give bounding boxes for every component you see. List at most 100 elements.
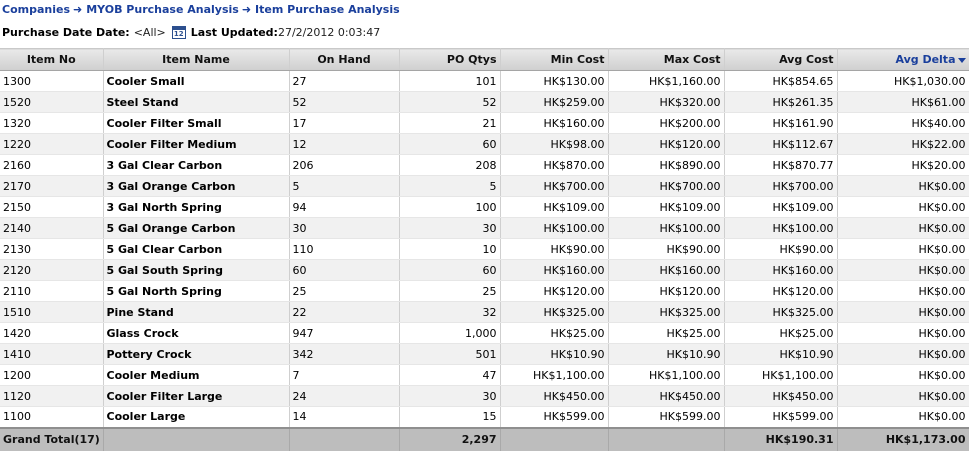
table-row[interactable]: 2160 3 Gal Clear Carbon 206 208 HK$870.00 HK$… <box>0 154 969 176</box>
cell-max-cost: HK$120.00 <box>608 280 725 302</box>
cell-min-cost: HK$90.00 <box>500 238 609 260</box>
cell-po-qtys: 30 <box>399 217 501 239</box>
table-row[interactable]: 1410 Pottery Crock 342 501 HK$10.90 HK$10.90 H… <box>0 343 969 365</box>
cell-item-name: 5 Gal North Spring <box>103 280 290 302</box>
grand-total-on-hand <box>289 426 400 451</box>
cell-po-qtys: 25 <box>399 280 501 302</box>
cell-po-qtys: 101 <box>399 70 501 92</box>
cell-po-qtys: 30 <box>399 385 501 407</box>
cell-min-cost: HK$160.00 <box>500 259 609 281</box>
cell-avg-delta: HK$22.00 <box>837 133 969 155</box>
cell-po-qtys: 15 <box>399 406 501 428</box>
cell-item-no: 1100 <box>0 406 104 428</box>
table-row[interactable]: 1200 Cooler Medium 7 47 HK$1,100.00 HK$1,100.… <box>0 364 969 386</box>
filter-bar: Purchase Date Date: <All> 12 Last Update… <box>2 24 386 41</box>
table-row[interactable]: 2110 5 Gal North Spring 25 25 HK$120.00 HK$12… <box>0 280 969 302</box>
breadcrumb: Companies ➜ MYOB Purchase Analysis ➜ Item Pu… <box>2 3 400 18</box>
cell-on-hand: 25 <box>289 280 400 302</box>
column-header-item-name[interactable]: Item Name <box>103 48 290 71</box>
table-row[interactable]: 2120 5 Gal South Spring 60 60 HK$160.00 HK$16… <box>0 259 969 281</box>
cell-min-cost: HK$109.00 <box>500 196 609 218</box>
cell-item-no: 2110 <box>0 280 104 302</box>
cell-on-hand: 27 <box>289 70 400 92</box>
cell-avg-delta: HK$61.00 <box>837 91 969 113</box>
column-header-avg-delta[interactable]: Avg Delta <box>837 48 969 71</box>
column-header-avg-cost[interactable]: Avg Cost <box>724 48 838 71</box>
table-row[interactable]: 2170 3 Gal Orange Carbon 5 5 HK$700.00 HK$700… <box>0 175 969 197</box>
column-header-on-hand[interactable]: On Hand <box>289 48 400 71</box>
cell-item-name: 5 Gal South Spring <box>103 259 290 281</box>
cell-on-hand: 342 <box>289 343 400 365</box>
grand-total-max-cost <box>608 426 725 451</box>
cell-item-no: 1300 <box>0 70 104 92</box>
cell-item-name: 5 Gal Orange Carbon <box>103 217 290 239</box>
cell-avg-cost: HK$160.00 <box>724 259 838 281</box>
cell-min-cost: HK$160.00 <box>500 112 609 134</box>
cell-avg-cost: HK$109.00 <box>724 196 838 218</box>
table-row[interactable]: 1510 Pine Stand 22 32 HK$325.00 HK$325.00 HK$3… <box>0 301 969 323</box>
column-header-po-qtys[interactable]: PO Qtys <box>399 48 501 71</box>
cell-min-cost: HK$25.00 <box>500 322 609 344</box>
cell-item-name: Cooler Large <box>103 406 290 428</box>
table-row[interactable]: 1420 Glass Crock 947 1,000 HK$25.00 HK$25.00 H… <box>0 322 969 344</box>
breadcrumb-myob-purchase-analysis[interactable]: MYOB Purchase Analysis <box>86 3 239 16</box>
table-row[interactable]: 1520 Steel Stand 52 52 HK$259.00 HK$320.00 HK$… <box>0 91 969 113</box>
arrow-right-icon: ➜ <box>73 3 83 16</box>
cell-on-hand: 60 <box>289 259 400 281</box>
cell-item-name: 3 Gal Clear Carbon <box>103 154 290 176</box>
breadcrumb-item-purchase-analysis: Item Purchase Analysis <box>255 3 400 16</box>
cell-item-name: Cooler Filter Medium <box>103 133 290 155</box>
cell-po-qtys: 47 <box>399 364 501 386</box>
grand-total-po-qtys: 2,297 <box>399 426 501 451</box>
cell-avg-delta: HK$0.00 <box>837 364 969 386</box>
cell-max-cost: HK$1,100.00 <box>608 364 725 386</box>
cell-max-cost: HK$200.00 <box>608 112 725 134</box>
cell-avg-cost: HK$854.65 <box>724 70 838 92</box>
cell-po-qtys: 10 <box>399 238 501 260</box>
cell-avg-delta: HK$0.00 <box>837 343 969 365</box>
cell-max-cost: HK$320.00 <box>608 91 725 113</box>
cell-on-hand: 5 <box>289 175 400 197</box>
column-header-min-cost[interactable]: Min Cost <box>500 48 609 71</box>
data-table: Item No Item Name On Hand PO Qtys Min Co… <box>0 48 969 451</box>
cell-item-no: 1420 <box>0 322 104 344</box>
cell-item-no: 1510 <box>0 301 104 323</box>
table-row[interactable]: 1100 Cooler Large 14 15 HK$599.00 HK$599.00 HK… <box>0 406 969 428</box>
table-row[interactable]: 2130 5 Gal Clear Carbon 110 10 HK$90.00 HK$90… <box>0 238 969 260</box>
table-row[interactable]: 1320 Cooler Filter Small 17 21 HK$160.00 HK$2… <box>0 112 969 134</box>
cell-min-cost: HK$130.00 <box>500 70 609 92</box>
cell-max-cost: HK$120.00 <box>608 133 725 155</box>
cell-avg-delta: HK$0.00 <box>837 301 969 323</box>
column-header-item-no[interactable]: Item No <box>0 48 104 71</box>
last-updated-label: Last Updated: <box>190 26 278 39</box>
cell-avg-delta: HK$0.00 <box>837 280 969 302</box>
column-header-max-cost[interactable]: Max Cost <box>608 48 725 71</box>
cell-item-no: 2140 <box>0 217 104 239</box>
cell-avg-delta: HK$0.00 <box>837 406 969 428</box>
grand-total-avg-delta: HK$1,173.00 <box>837 426 969 451</box>
cell-avg-cost: HK$450.00 <box>724 385 838 407</box>
cell-max-cost: HK$1,160.00 <box>608 70 725 92</box>
cell-item-no: 2150 <box>0 196 104 218</box>
table-row[interactable]: 1300 Cooler Small 27 101 HK$130.00 HK$1,160.0… <box>0 70 969 92</box>
cell-min-cost: HK$599.00 <box>500 406 609 428</box>
breadcrumb-companies[interactable]: Companies <box>2 3 70 16</box>
cell-min-cost: HK$10.90 <box>500 343 609 365</box>
table-header-row: Item No Item Name On Hand PO Qtys Min Co… <box>0 48 969 71</box>
table-row[interactable]: 2140 5 Gal Orange Carbon 30 30 HK$100.00 HK$1… <box>0 217 969 239</box>
table-row[interactable]: 1220 Cooler Filter Medium 12 60 HK$98.00 HK$1… <box>0 133 969 155</box>
cell-item-no: 1520 <box>0 91 104 113</box>
cell-item-name: 3 Gal North Spring <box>103 196 290 218</box>
cell-po-qtys: 100 <box>399 196 501 218</box>
cell-po-qtys: 60 <box>399 259 501 281</box>
table-row[interactable]: 2150 3 Gal North Spring 94 100 HK$109.00 HK$1… <box>0 196 969 218</box>
purchase-date-label: Purchase Date Date: <box>2 26 130 39</box>
cell-item-name: Pine Stand <box>103 301 290 323</box>
calendar-icon[interactable]: 12 <box>171 26 186 39</box>
table-row[interactable]: 1120 Cooler Filter Large 24 30 HK$450.00 HK$4… <box>0 385 969 407</box>
cell-avg-cost: HK$25.00 <box>724 322 838 344</box>
cell-po-qtys: 208 <box>399 154 501 176</box>
cell-po-qtys: 52 <box>399 91 501 113</box>
purchase-date-filter[interactable]: <All> <box>134 26 166 39</box>
cell-max-cost: HK$25.00 <box>608 322 725 344</box>
